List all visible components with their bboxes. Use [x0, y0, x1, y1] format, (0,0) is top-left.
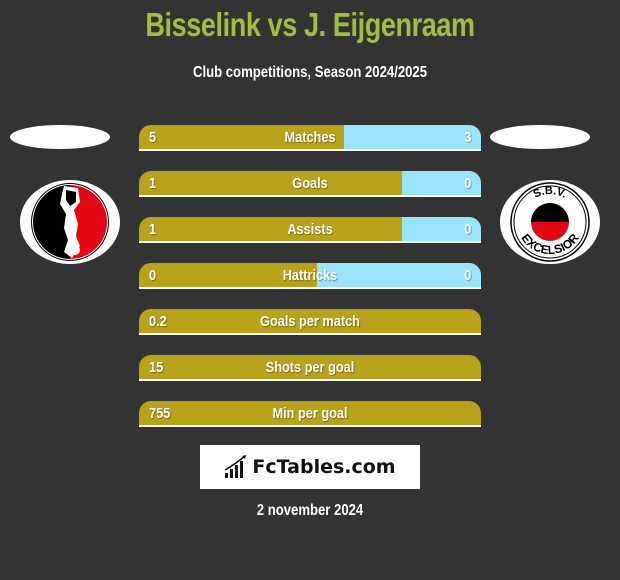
excelsior-crest-icon: S.B.V. EXCELSIOR: [510, 182, 590, 262]
left-value: 0: [149, 267, 157, 284]
right-player-placeholder: [490, 125, 590, 149]
stat-label: Goals: [292, 175, 328, 192]
match-date: 2 november 2024: [256, 502, 364, 519]
left-value: 1: [149, 175, 157, 192]
right-team-logo[interactable]: S.B.V. EXCELSIOR: [500, 180, 600, 264]
right-value: 0: [463, 221, 471, 238]
stat-label: Assists: [287, 221, 333, 238]
stat-row-goals-per-match: 0.2 Goals per match: [139, 309, 481, 335]
stat-label: Goals per match: [260, 313, 360, 330]
page-title: Bisselink vs J. Eijgenraam: [145, 6, 475, 43]
stat-row-goals: 1 Goals 0: [139, 171, 481, 197]
right-value: 0: [463, 175, 471, 192]
bar-chart-icon: [225, 455, 247, 478]
stat-row-min-per-goal: 755 Min per goal: [139, 401, 481, 427]
fctables-brand[interactable]: FcTables.com: [200, 445, 420, 489]
helmond-sport-crest-icon: [31, 183, 109, 261]
brand-text: FcTables.com: [252, 456, 396, 478]
left-value: 5: [149, 129, 157, 146]
stat-row-shots-per-goal: 15 Shots per goal: [139, 355, 481, 381]
left-team-logo[interactable]: [20, 180, 120, 264]
left-value: 1: [149, 221, 157, 238]
stat-row-assists: 1 Assists 0: [139, 217, 481, 243]
stat-label: Shots per goal: [265, 359, 355, 376]
left-value: 15: [149, 359, 164, 376]
right-value: 3: [463, 129, 471, 146]
stat-row-matches: 5 Matches 3: [139, 125, 481, 151]
page-subtitle: Club competitions, Season 2024/2025: [192, 64, 428, 81]
stat-label: Min per goal: [272, 405, 348, 422]
stat-label: Hattricks: [282, 267, 338, 284]
right-value: 0: [463, 267, 471, 284]
left-player-placeholder: [10, 125, 110, 149]
stat-row-hattricks: 0 Hattricks 0: [139, 263, 481, 289]
stat-label: Matches: [284, 129, 336, 146]
